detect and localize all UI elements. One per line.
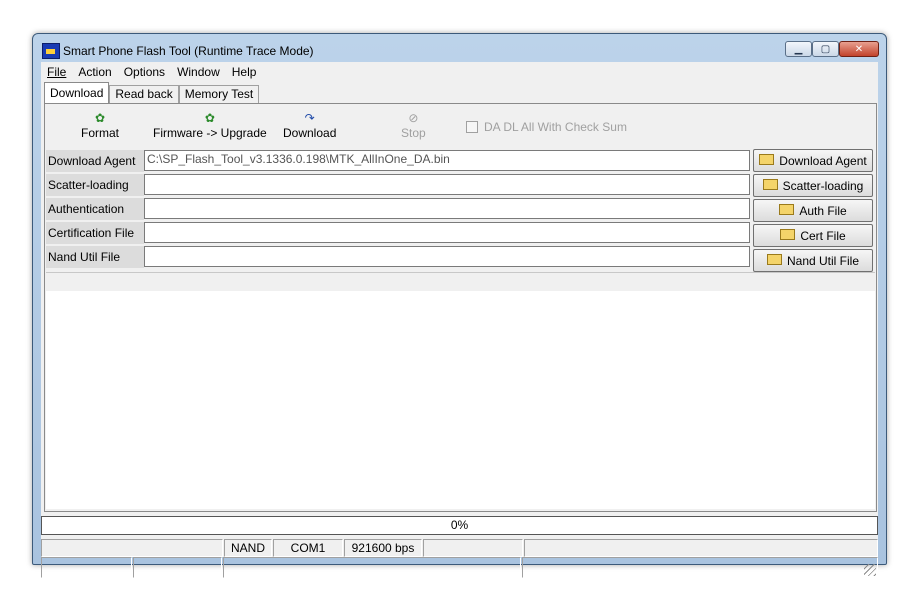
format-button[interactable]: ✿ Format [81,110,119,140]
folder-icon [762,179,778,190]
status-cell-empty-1 [41,539,223,557]
download-agent-label: Download Agent [46,150,144,172]
scatter-loading-field[interactable] [144,174,750,195]
checksum-checkbox[interactable]: DA DL All With Check Sum [466,120,627,134]
stop-button[interactable]: ⊘ Stop [401,110,426,140]
download-icon: ↷ [304,111,315,125]
cert-file-button[interactable]: Cert File [753,224,873,247]
menu-window[interactable]: Window [171,63,226,81]
tab-strip: Download Read back Memory Test [44,82,260,103]
cert-file-button-label: Cert File [800,228,846,243]
folder-icon [780,229,796,240]
firmware-upgrade-icon: ✿ [204,111,215,125]
checksum-label: DA DL All With Check Sum [484,120,627,134]
certification-field[interactable] [144,222,750,243]
window-status-cell-2 [133,557,222,578]
menu-help[interactable]: Help [226,63,263,81]
minimize-icon: ▁ [794,43,803,55]
stop-icon: ⊘ [408,111,419,125]
progress-text: 0% [450,518,469,532]
nand-util-button[interactable]: Nand Util File [753,249,873,272]
status-storage: NAND [224,539,272,557]
app-icon [42,43,60,59]
menu-file[interactable]: File [41,63,72,81]
auth-file-button[interactable]: Auth File [753,199,873,222]
minimize-button[interactable]: ▁ [785,41,812,57]
app-window: Smart Phone Flash Tool (Runtime Trace Mo… [32,33,887,578]
close-icon: ✕ [854,43,864,55]
menu-bar: File Action Options Window Help [41,63,262,81]
tab-read-back[interactable]: Read back [109,85,179,103]
status-port: COM1 [273,539,343,557]
title-bar[interactable]: Smart Phone Flash Tool (Runtime Trace Mo… [33,34,886,62]
log-area[interactable] [46,272,875,509]
firmware-upgrade-label: Firmware -> Upgrade [153,126,267,140]
window-status-cell-3 [223,557,521,578]
format-label: Format [81,126,120,140]
download-button[interactable]: ↷ Download [283,110,336,140]
stop-label: Stop [401,126,426,140]
window-status-cell-1 [41,557,132,578]
certification-label: Certification File [46,222,144,244]
log-header [46,273,875,291]
folder-icon [779,204,795,215]
nand-util-button-label: Nand Util File [786,253,860,268]
folder-icon [759,154,775,165]
firmware-upgrade-button[interactable]: ✿ Firmware -> Upgrade [153,110,267,140]
authentication-field[interactable] [144,198,750,219]
scatter-loading-label: Scatter-loading File [46,174,144,214]
client-area: File Action Options Window Help Download… [41,62,878,557]
auth-file-button-label: Auth File [799,203,847,218]
download-agent-button[interactable]: Download Agent [753,149,873,172]
maximize-icon: ▢ [820,43,831,55]
download-label: Download [283,126,337,140]
menu-action[interactable]: Action [72,63,117,81]
status-cell-empty-3 [524,539,878,557]
menu-options[interactable]: Options [118,63,171,81]
progress-bar: 0% [41,516,878,535]
tab-download[interactable]: Download [44,82,110,103]
scatter-loading-button[interactable]: Scatter-loading [753,174,873,197]
authentication-label: Authentication File [46,198,144,238]
download-agent-field[interactable]: C:\SP_Flash_Tool_v3.1336.0.198\MTK_AllIn… [144,150,750,171]
window-status-cell-4 [522,557,878,578]
folder-icon [766,254,782,265]
format-icon: ✿ [94,111,106,125]
tab-memory-test[interactable]: Memory Test [178,85,260,103]
close-button[interactable]: ✕ [839,41,879,57]
nand-util-label: Nand Util File [46,246,144,268]
maximize-button[interactable]: ▢ [812,41,839,57]
status-baud: 921600 bps [344,539,422,557]
download-agent-button-label: Download Agent [779,153,867,168]
download-panel: ✿ Format ✿ Firmware -> Upgrade ↷ Downloa… [44,103,877,512]
window-title: Smart Phone Flash Tool (Runtime Trace Mo… [63,44,314,58]
status-bar: NAND COM1 921600 bps [41,539,878,557]
checkbox-box[interactable] [466,121,478,133]
status-cell-empty-2 [423,539,523,557]
window-status-bar [41,557,878,578]
nand-util-field[interactable] [144,246,750,267]
resize-grip[interactable] [864,564,876,576]
scatter-loading-button-label: Scatter-loading [782,178,864,193]
